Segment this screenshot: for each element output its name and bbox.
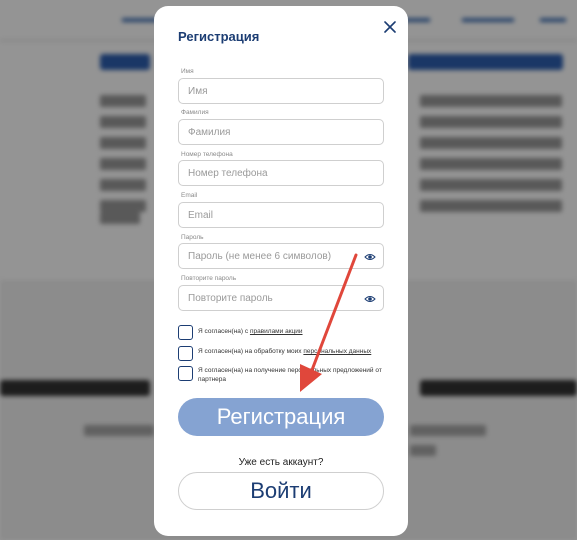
first-name-field <box>178 78 384 104</box>
repeat-password-field <box>178 285 384 311</box>
registration-modal: Регистрация Имя Фамилия Номер телефона E… <box>154 6 408 536</box>
consent-personal-data-row: Я согласен(на) на обработку моих персона… <box>178 346 392 362</box>
register-button[interactable]: Регистрация <box>178 398 384 436</box>
consent-rules-row: Я согласен(на) с правилами акции <box>178 325 392 341</box>
have-account-text: Уже есть аккаунт? <box>238 457 324 468</box>
last-name-label: Фамилия <box>181 109 209 116</box>
rules-link[interactable]: правилами акции <box>250 328 303 335</box>
modal-title: Регистрация <box>178 29 260 44</box>
repeat-password-label: Повторите пароль <box>181 275 237 282</box>
phone-input[interactable] <box>179 161 383 185</box>
login-button[interactable]: Войти <box>178 472 384 510</box>
close-icon <box>384 21 396 33</box>
consent-personal-data-text: Я согласен(на) на обработку моих персона… <box>198 347 388 356</box>
consent-personal-data-prefix: Я согласен(на) на обработку моих <box>198 348 304 355</box>
close-button[interactable] <box>381 18 399 36</box>
last-name-field <box>178 119 384 145</box>
eye-icon[interactable] <box>364 293 376 305</box>
consent-personal-data-checkbox[interactable] <box>178 346 193 361</box>
consent-partner-offers-row: Я согласен(на) на получение персональных… <box>178 366 392 383</box>
consent-partner-offers-text: Я согласен(на) на получение персональных… <box>198 367 382 383</box>
consent-rules-text: Я согласен(на) с правилами акции <box>198 327 388 336</box>
consent-partner-offers-checkbox[interactable] <box>178 366 193 381</box>
email-field <box>178 202 384 228</box>
first-name-input[interactable] <box>179 79 383 103</box>
personal-data-link[interactable]: персональных данных <box>303 348 371 355</box>
password-input[interactable] <box>179 244 383 268</box>
repeat-password-input[interactable] <box>179 286 383 310</box>
phone-field <box>178 160 384 186</box>
first-name-label: Имя <box>181 68 194 75</box>
consent-rules-prefix: Я согласен(на) с <box>198 328 250 335</box>
consent-rules-checkbox[interactable] <box>178 325 193 340</box>
last-name-input[interactable] <box>179 120 383 144</box>
email-input[interactable] <box>179 203 383 227</box>
eye-icon[interactable] <box>364 251 376 263</box>
password-field <box>178 243 384 269</box>
password-label: Пароль <box>181 234 204 241</box>
phone-label: Номер телефона <box>181 151 233 158</box>
email-label: Email <box>181 192 198 199</box>
